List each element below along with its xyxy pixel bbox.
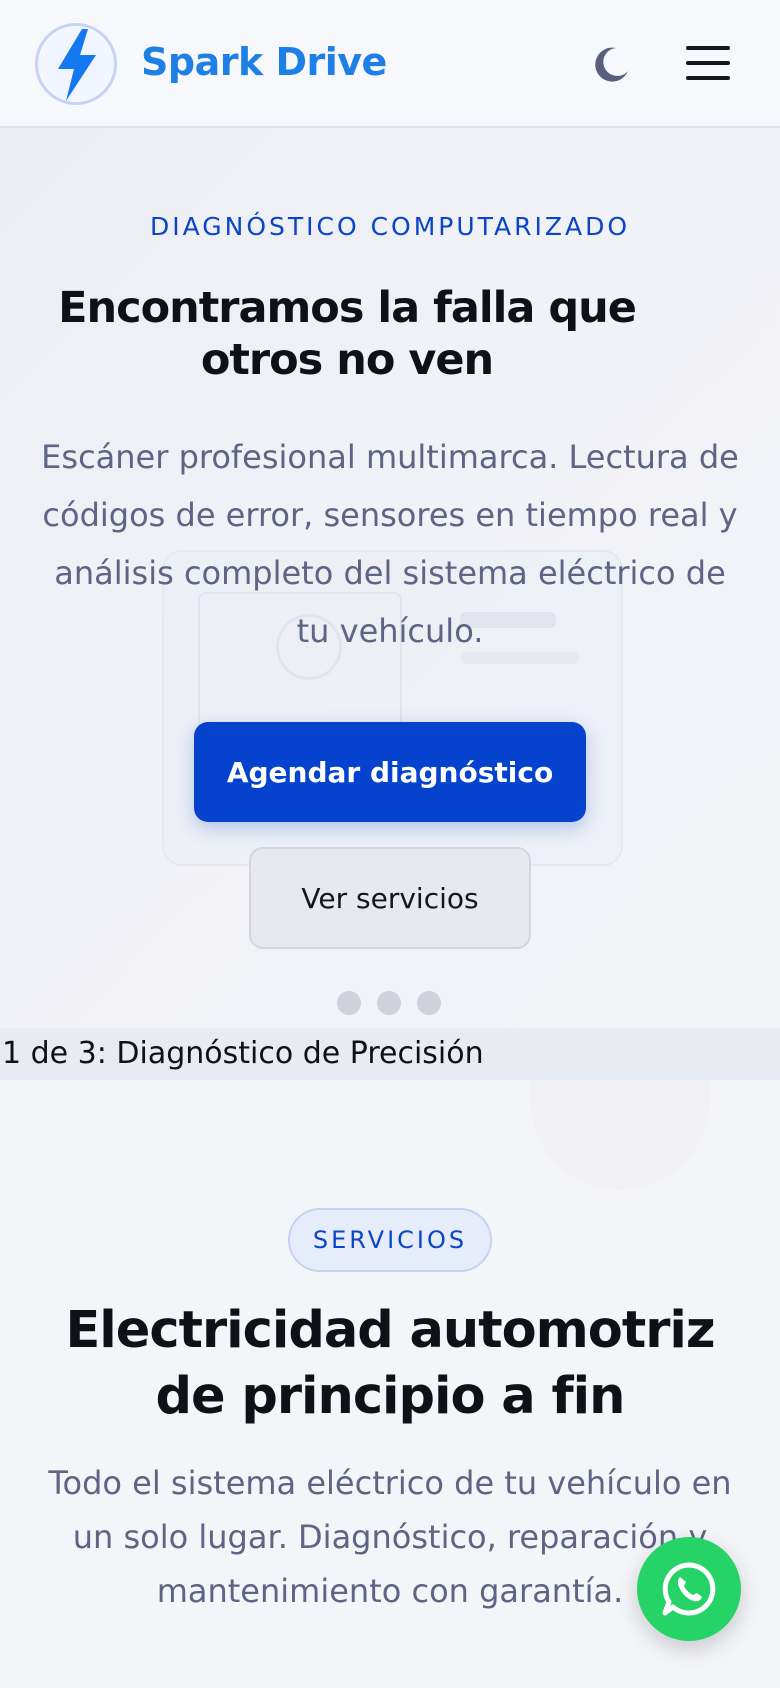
hamburger-menu-icon — [686, 46, 730, 50]
hero-description: Escáner profesional multimarca. Lectura … — [41, 438, 739, 650]
menu-button[interactable] — [686, 44, 730, 82]
hamburger-menu-icon — [686, 61, 730, 65]
services-badge: SERVICIOS — [288, 1208, 492, 1272]
carousel-status: 1 de 3: Diagnóstico de Precisión — [0, 1028, 780, 1080]
decorative-shape — [530, 1080, 710, 1190]
carousel-dot-2[interactable] — [377, 991, 401, 1015]
services-description: Todo el sistema eléctrico de tu vehículo… — [48, 1464, 732, 1610]
hero-eyebrow: DIAGNÓSTICO COMPUTARIZADO — [149, 212, 631, 241]
carousel-dot-1[interactable] — [337, 991, 361, 1015]
schedule-diagnosis-button[interactable]: Agendar diagnóstico — [194, 722, 586, 822]
moon-icon — [595, 47, 628, 82]
whatsapp-icon — [662, 1562, 716, 1616]
whatsapp-button[interactable] — [637, 1537, 741, 1641]
brand-name[interactable]: Spark Drive — [141, 40, 387, 84]
lightning-bolt-icon — [58, 29, 96, 101]
hero-title: Encontramos la falla que otros no ven — [58, 283, 637, 385]
services-title: Electricidad automotriz de principio a f… — [65, 1301, 715, 1426]
logo-link[interactable] — [35, 23, 117, 105]
site-header: Spark Drive — [0, 0, 780, 128]
hamburger-menu-icon — [686, 76, 730, 80]
carousel-dot-3[interactable] — [417, 991, 441, 1015]
theme-toggle-button[interactable] — [592, 44, 632, 84]
view-services-button[interactable]: Ver servicios — [249, 847, 531, 949]
